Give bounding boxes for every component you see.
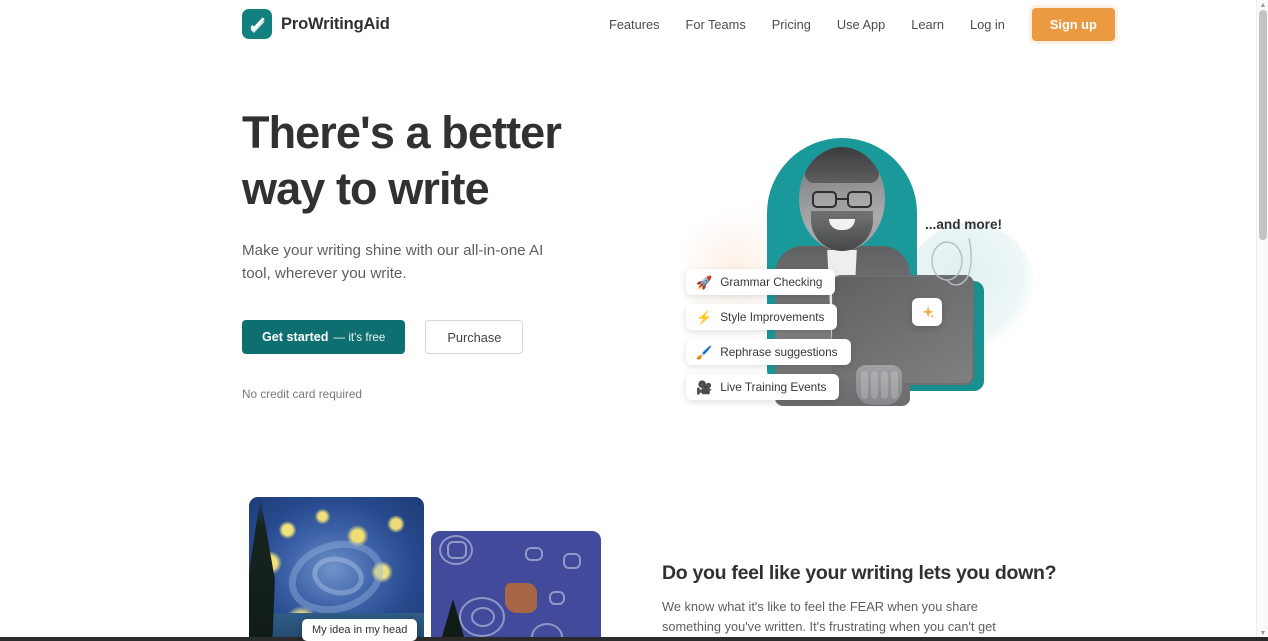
lower-copy: Do you feel like your writing lets you d… [662, 562, 1057, 641]
sparkle-icon [922, 305, 934, 318]
browser-bottom-edge [0, 637, 1268, 641]
hero-illustration: 🚀 Grammar Checking ⚡ Style Improvements … [660, 103, 1035, 433]
page-title: There's a better way to write [242, 105, 642, 217]
book-check-icon [242, 9, 272, 39]
paintbrush-icon: 🖌️ [696, 344, 713, 360]
sketch-image [431, 531, 601, 641]
get-started-button[interactable]: Get started — it's free [242, 320, 406, 354]
brand-name: ProWritingAid [281, 14, 390, 33]
person-hand [856, 365, 902, 405]
sketch-shape [549, 591, 565, 605]
site-header: ProWritingAid Features For Teams Pricing… [0, 0, 1256, 48]
main-navigation: Features For Teams Pricing Use App Learn… [596, 0, 1115, 48]
lightning-icon: ⚡ [696, 309, 713, 325]
feature-pill-list: 🚀 Grammar Checking ⚡ Style Improvements … [686, 269, 851, 400]
nav-item-for-teams[interactable]: For Teams [673, 11, 759, 38]
comparison-images: My idea in my head [249, 497, 629, 641]
rocket-icon: 🚀 [696, 274, 713, 290]
hero-action-buttons: Get started — it's free Purchase [242, 320, 642, 354]
nav-item-use-app[interactable]: Use App [824, 11, 898, 38]
page-scrollbar[interactable]: ▲ ▼ [1256, 0, 1268, 641]
feature-pill-live-training-events[interactable]: 🎥 Live Training Events [686, 374, 840, 400]
hero-title-line-1: There's a better [242, 107, 562, 158]
scroll-up-arrow[interactable]: ▲ [1257, 0, 1268, 10]
get-started-suffix: — it's free [333, 330, 386, 344]
get-started-label: Get started [262, 330, 329, 344]
section-heading: Do you feel like your writing lets you d… [662, 562, 1057, 584]
nav-item-pricing[interactable]: Pricing [759, 11, 824, 38]
nav-item-learn[interactable]: Learn [898, 11, 957, 38]
page-root: ProWritingAid Features For Teams Pricing… [0, 0, 1268, 641]
glasses-icon [812, 191, 872, 208]
feature-pill-grammar-checking[interactable]: 🚀 Grammar Checking [686, 269, 836, 295]
and-more-label: ...and more! [925, 217, 1003, 232]
sparkle-badge [912, 298, 942, 326]
scrollbar-thumb[interactable] [1259, 10, 1267, 240]
feature-pill-label: Grammar Checking [720, 275, 823, 289]
feature-pill-rephrase-suggestions[interactable]: 🖌️ Rephrase suggestions [686, 339, 851, 365]
feature-pill-label: Live Training Events [720, 380, 827, 394]
sketch-shape [563, 553, 581, 569]
video-camera-icon: 🎥 [696, 379, 713, 395]
feature-pill-label: Style Improvements [720, 310, 825, 324]
nav-item-features[interactable]: Features [596, 11, 673, 38]
lower-section: My idea in my head Do you feel like your… [0, 478, 1256, 641]
sketch-shape [525, 547, 543, 561]
feature-pill-label: Rephrase suggestions [720, 345, 838, 359]
sign-up-button[interactable]: Sign up [1031, 7, 1115, 41]
brand-logo-link[interactable]: ProWritingAid [242, 9, 390, 39]
no-credit-card-note: No credit card required [242, 387, 362, 401]
section-body-text: We know what it's like to feel the FEAR … [662, 599, 996, 641]
person-head [799, 147, 885, 251]
sketch-orange-blot [505, 583, 537, 613]
person-hair [805, 147, 879, 183]
hero-copy: There's a better way to write Make your … [242, 105, 642, 401]
hero-subtitle: Make your writing shine with our all-in-… [242, 242, 544, 282]
image-tooltip: My idea in my head [302, 619, 418, 641]
feature-pill-style-improvements[interactable]: ⚡ Style Improvements [686, 304, 838, 330]
sketch-spiral [439, 535, 473, 565]
nav-item-log-in[interactable]: Log in [957, 11, 1018, 38]
hero-title-line-2: way to write [242, 163, 490, 214]
sketch-spiral [471, 607, 495, 627]
purchase-button[interactable]: Purchase [425, 320, 524, 354]
hero-section: There's a better way to write Make your … [0, 48, 1256, 478]
